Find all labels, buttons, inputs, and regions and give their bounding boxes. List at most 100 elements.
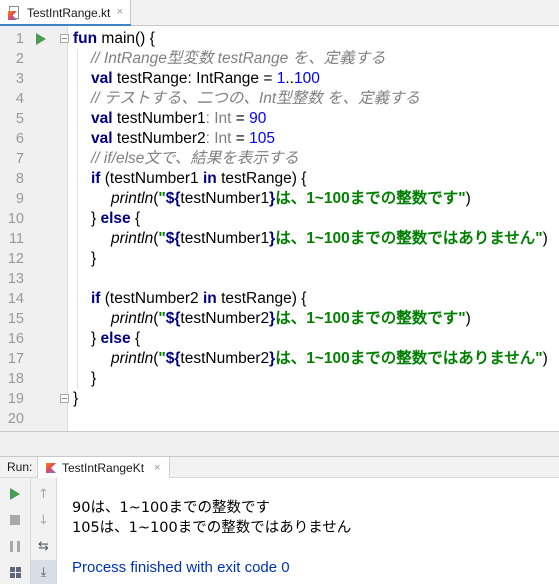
line-number-row: 6 [0,129,67,149]
line-number-row: 15 [0,309,67,329]
code-line[interactable]: println("${testNumber2}は、1~100までの整数ではありま… [69,349,559,369]
code-text: } [91,370,97,387]
line-number-row: 13 [0,269,67,289]
line-number: 20 [7,411,24,427]
rerun-icon [10,488,20,500]
line-number: 5 [15,111,24,127]
line-number-row: 2 [0,49,67,69]
scroll-to-end-button[interactable]: ⤓ [31,560,56,584]
code-line[interactable]: if (testNumber1 in testRange) { [69,169,559,189]
line-number-row: 12 [0,249,67,269]
indent-guide [77,49,78,389]
line-number: 17 [7,351,24,367]
line-number: 18 [7,371,24,387]
code-line[interactable] [69,269,559,289]
line-number-row: 5 [0,109,67,129]
line-number: 2 [15,51,24,67]
code-text: // テストする、二つの、Int型整数 を、定義する [91,90,420,107]
code-text: } else { [91,330,141,347]
editor-gutter: 1 2 3 4 5 6 7 8 9 10 11 12 13 14 15 16 17 18 19 20 [0,26,69,431]
code-text: // if/else文で、結果を表示する [91,150,299,167]
line-number-row: 19 [0,389,67,409]
line-number: 12 [7,251,24,267]
code-line[interactable]: println("${testNumber1}は、1~100までの整数ではありま… [69,229,559,249]
line-number-row: 9 [0,189,67,209]
code-line[interactable]: } [69,389,559,409]
code-line[interactable]: } else { [69,329,559,349]
code-line[interactable] [69,409,559,429]
code-line[interactable]: val testNumber2: Int = 105 [69,129,559,149]
run-console[interactable]: 90は、1~100までの整数です 105は、1~100までの整数ではありません … [58,478,559,584]
layout-button[interactable] [0,560,30,584]
code-line[interactable]: fun main() { [69,29,559,49]
pause-button[interactable] [0,534,30,558]
line-number: 4 [15,91,24,107]
kotlin-file-icon [8,6,22,20]
fold-marker-icon[interactable] [60,394,69,403]
scroll-down-button[interactable]: ↓ [31,508,56,532]
panel-splitter[interactable] [0,431,559,456]
process-exit-message: Process finished with exit code 0 [72,559,290,576]
code-text: val testRange: IntRange = 1..100 [91,70,320,87]
code-line[interactable]: // テストする、二つの、Int型整数 を、定義する [69,89,559,109]
code-line[interactable]: if (testNumber2 in testRange) { [69,289,559,309]
code-text: } [91,250,97,267]
rerun-button[interactable] [0,482,30,506]
run-panel-header: Run: TestIntRangeKt × [0,456,559,479]
soft-wrap-icon: ⇆ [38,538,49,554]
code-text: // IntRange型変数 testRange を、定義する [91,50,386,67]
close-tab-icon[interactable]: × [117,6,123,19]
console-output-line: 90は、1~100までの整数です [72,500,271,516]
code-line[interactable]: // IntRange型変数 testRange を、定義する [69,49,559,69]
fold-marker-icon[interactable] [60,34,69,43]
line-number-row: 17 [0,349,67,369]
code-line[interactable]: println("${testNumber1}は、1~100までの整数です") [69,189,559,209]
line-number: 10 [7,211,24,227]
line-number-row: 20 [0,409,67,429]
file-tab-testintrange[interactable]: TestIntRange.kt × [0,0,131,27]
run-arrow-icon[interactable] [36,33,46,45]
code-line[interactable]: println("${testNumber2}は、1~100までの整数です") [69,309,559,329]
code-editor[interactable]: 1 2 3 4 5 6 7 8 9 10 11 12 13 14 15 16 17 18 19 20 fun main… [0,26,559,431]
stop-icon [10,515,20,525]
layout-grid-icon [9,566,21,578]
run-panel-title: Run: [7,460,33,474]
line-number: 7 [15,151,24,167]
code-line[interactable]: // if/else文で、結果を表示する [69,149,559,169]
code-line[interactable]: } [69,369,559,389]
code-text: } [73,390,79,407]
console-output-line: 105は、1~100までの整数ではありません [72,520,352,536]
arrow-up-icon: ↑ [38,486,49,502]
code-line[interactable]: val testNumber1: Int = 90 [69,109,559,129]
line-number-row: 7 [0,149,67,169]
code-area[interactable]: fun main() { // IntRange型変数 testRange を、定… [69,26,559,431]
scroll-to-end-icon: ⤓ [40,564,47,580]
line-number-row: 14 [0,289,67,309]
line-number-row: 16 [0,329,67,349]
line-number: 11 [8,231,24,247]
line-number-row: 1 [0,29,67,49]
run-config-tab[interactable]: TestIntRangeKt × [37,457,170,479]
kotlin-run-icon [46,463,56,473]
close-run-tab-icon[interactable]: × [154,462,160,474]
line-number: 3 [15,71,24,87]
line-number: 8 [15,171,24,187]
line-number: 16 [7,331,24,347]
soft-wrap-button[interactable]: ⇆ [31,534,56,558]
line-number-row: 10 [0,209,67,229]
code-text: fun main() { [73,30,155,47]
line-number-row: 18 [0,369,67,389]
code-line[interactable]: val testRange: IntRange = 1..100 [69,69,559,89]
pause-icon [10,540,20,552]
code-text: println("${testNumber2}は、1~100までの整数です") [111,310,471,327]
scroll-up-button[interactable]: ↑ [31,482,56,506]
stop-button[interactable] [0,508,30,532]
editor-tab-bar: TestIntRange.kt × [0,0,559,27]
code-text: println("${testNumber1}は、1~100までの整数ではありま… [111,230,548,247]
run-toolbar [0,478,31,584]
line-number-row: 3 [0,69,67,89]
line-number: 1 [15,31,24,47]
code-line[interactable]: } else { [69,209,559,229]
code-line[interactable]: } [69,249,559,269]
line-number-row: 8 [0,169,67,189]
